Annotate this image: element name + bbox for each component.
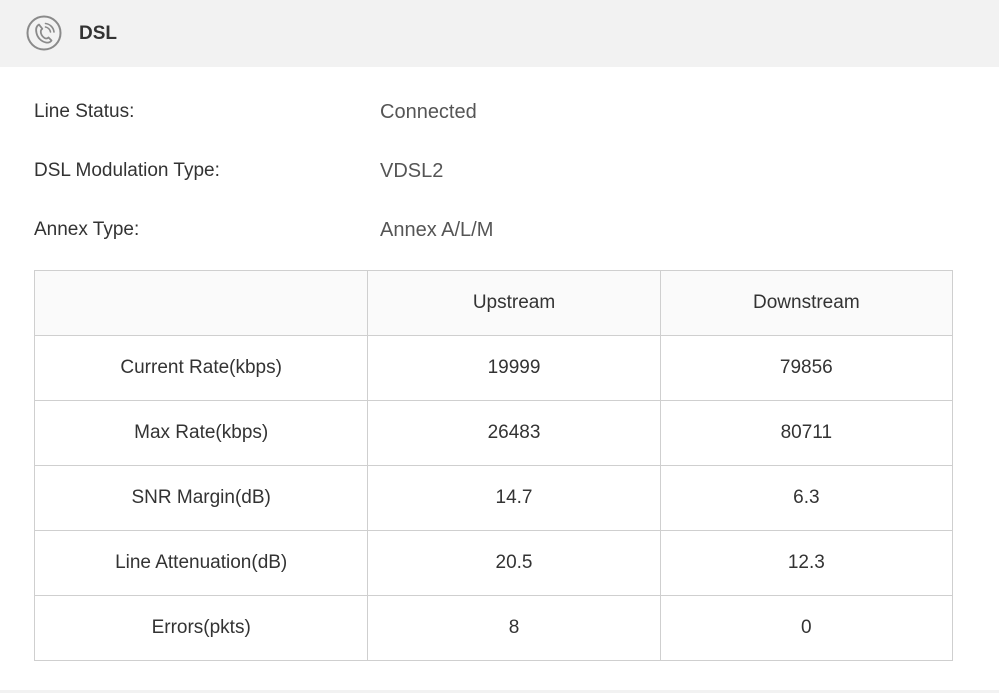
table-header-upstream: Upstream bbox=[367, 270, 661, 336]
info-row-line-status: Line Status: Connected bbox=[34, 97, 954, 127]
section-title: DSL bbox=[79, 23, 117, 44]
table-row: Max Rate(kbps) 26483 80711 bbox=[33, 400, 954, 466]
modulation-type-value: VDSL2 bbox=[380, 160, 444, 182]
phone-handset-icon bbox=[26, 15, 62, 51]
line-status-value: Connected bbox=[380, 101, 477, 123]
downstream-value: 12.3 bbox=[659, 530, 954, 596]
upstream-value: 19999 bbox=[367, 335, 661, 401]
annex-type-value: Annex A/L/M bbox=[380, 219, 494, 241]
row-label: Line Attenuation(dB) bbox=[33, 530, 369, 596]
upstream-value: 26483 bbox=[367, 400, 661, 466]
table-row: SNR Margin(dB) 14.7 6.3 bbox=[33, 465, 954, 531]
downstream-value: 79856 bbox=[659, 335, 954, 401]
line-status-label: Line Status: bbox=[34, 101, 135, 122]
info-row-modulation-type: DSL Modulation Type: VDSL2 bbox=[34, 156, 954, 186]
table-header-blank bbox=[33, 270, 369, 336]
annex-type-label: Annex Type: bbox=[34, 219, 140, 240]
upstream-value: 20.5 bbox=[367, 530, 661, 596]
row-label: Current Rate(kbps) bbox=[33, 335, 369, 401]
downstream-value: 0 bbox=[659, 595, 954, 661]
upstream-value: 8 bbox=[367, 595, 661, 661]
table-row: Line Attenuation(dB) 20.5 12.3 bbox=[33, 530, 954, 596]
info-row-annex-type: Annex Type: Annex A/L/M bbox=[34, 215, 954, 245]
row-label: Max Rate(kbps) bbox=[33, 400, 369, 466]
downstream-value: 80711 bbox=[659, 400, 954, 466]
row-label: Errors(pkts) bbox=[33, 595, 369, 661]
downstream-value: 6.3 bbox=[659, 465, 954, 531]
table-row: Errors(pkts) 8 0 bbox=[33, 595, 954, 661]
table-header-downstream: Downstream bbox=[659, 270, 954, 336]
table-row: Current Rate(kbps) 19999 79856 bbox=[33, 335, 954, 401]
upstream-value: 14.7 bbox=[367, 465, 661, 531]
modulation-type-label: DSL Modulation Type: bbox=[34, 160, 220, 181]
table-header-row: Upstream Downstream bbox=[33, 270, 954, 336]
section-header: DSL bbox=[0, 0, 999, 67]
dsl-stats-table: Upstream Downstream Current Rate(kbps) 1… bbox=[33, 270, 954, 661]
row-label: SNR Margin(dB) bbox=[33, 465, 369, 531]
